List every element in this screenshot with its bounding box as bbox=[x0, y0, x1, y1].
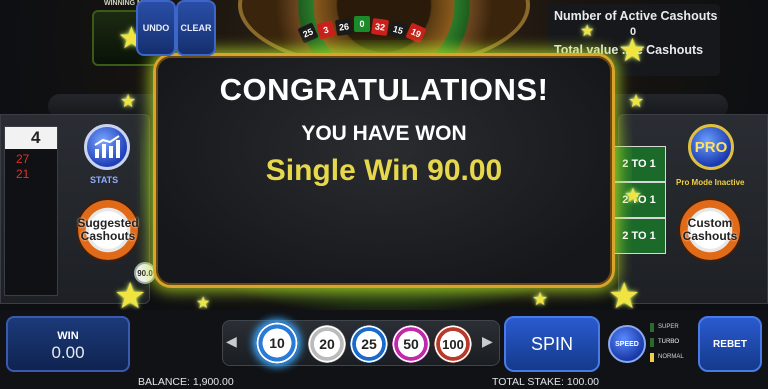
last-number: 4 bbox=[5, 127, 57, 149]
wheel-numbers: 25 3 26 0 32 15 19 bbox=[297, 16, 427, 44]
custom-label-line1: Custom bbox=[687, 216, 733, 230]
chip-left-arrow-icon[interactable]: ◀ bbox=[226, 333, 237, 350]
speed-options: SUPER TURBO TURBO NORMAL bbox=[650, 320, 690, 365]
custom-label-line2: Cashouts bbox=[682, 229, 738, 243]
chip-25[interactable]: 25 bbox=[350, 325, 388, 363]
speed-option-super-turbo[interactable]: SUPER TURBO bbox=[650, 320, 690, 345]
spin-button[interactable]: SPIN bbox=[504, 316, 600, 372]
balance-text: BALANCE: 1,900.00 bbox=[138, 376, 234, 388]
dialog-subtitle: YOU HAVE WON bbox=[301, 122, 467, 145]
chart-icon bbox=[94, 135, 120, 158]
star-icon: ★ bbox=[608, 275, 641, 316]
win-amount: Single Win 90.00 bbox=[265, 154, 503, 187]
chip-right-arrow-icon[interactable]: ▶ bbox=[482, 333, 493, 350]
history-number: 21 bbox=[16, 167, 30, 181]
undo-button[interactable]: UNDO bbox=[136, 0, 176, 56]
wheel-pocket: 26 bbox=[334, 17, 354, 37]
suggested-label-line1: Suggested bbox=[77, 216, 139, 230]
total-stake-text: TOTAL STAKE: 100.00 bbox=[492, 376, 599, 388]
speed-option-turbo[interactable]: TURBO bbox=[650, 335, 690, 350]
chip-20[interactable]: 20 bbox=[308, 325, 346, 363]
suggested-label-line2: Cashouts bbox=[80, 229, 136, 243]
wheel-pocket: 0 bbox=[354, 16, 370, 32]
chip-10[interactable]: 10 bbox=[256, 322, 298, 364]
star-icon: ★ bbox=[532, 289, 549, 309]
stats-label: STATS bbox=[90, 175, 119, 185]
pro-mode-status: Pro Mode Inactive bbox=[676, 178, 745, 187]
star-icon: ★ bbox=[580, 23, 595, 40]
clear-button[interactable]: CLEAR bbox=[176, 0, 216, 56]
speed-option-normal[interactable]: NORMAL bbox=[650, 350, 690, 365]
number-history bbox=[4, 126, 58, 296]
dialog-title: CONGRATULATIONS! bbox=[219, 72, 549, 107]
chip-50[interactable]: 50 bbox=[392, 325, 430, 363]
active-cashouts-label: Number of Active Cashouts bbox=[554, 9, 718, 23]
star-icon: ★ bbox=[114, 275, 147, 316]
suggested-cashouts-button[interactable]: Suggested Cashouts bbox=[76, 198, 140, 262]
stats-button[interactable] bbox=[84, 124, 130, 170]
pro-mode-button[interactable]: PRO bbox=[688, 124, 734, 170]
wheel-pocket: 32 bbox=[370, 17, 390, 37]
history-number: 27 bbox=[16, 152, 30, 166]
win-label: WIN bbox=[57, 330, 79, 342]
star-icon: ★ bbox=[628, 91, 645, 111]
star-icon: ★ bbox=[624, 185, 642, 207]
chip-100[interactable]: 100 bbox=[434, 325, 472, 363]
suggested-cashouts-label: Suggested Cashouts bbox=[77, 217, 138, 243]
pro-label: PRO bbox=[694, 138, 728, 156]
custom-cashouts-button[interactable]: Custom Cashouts bbox=[678, 198, 742, 262]
star-icon: ★ bbox=[618, 32, 647, 68]
speed-button[interactable]: SPEED bbox=[608, 325, 646, 363]
win-value: 0.00 bbox=[51, 343, 85, 362]
star-icon: ★ bbox=[120, 91, 137, 111]
custom-cashouts-label: Custom Cashouts bbox=[683, 217, 738, 243]
rebet-button[interactable]: REBET bbox=[698, 316, 762, 372]
